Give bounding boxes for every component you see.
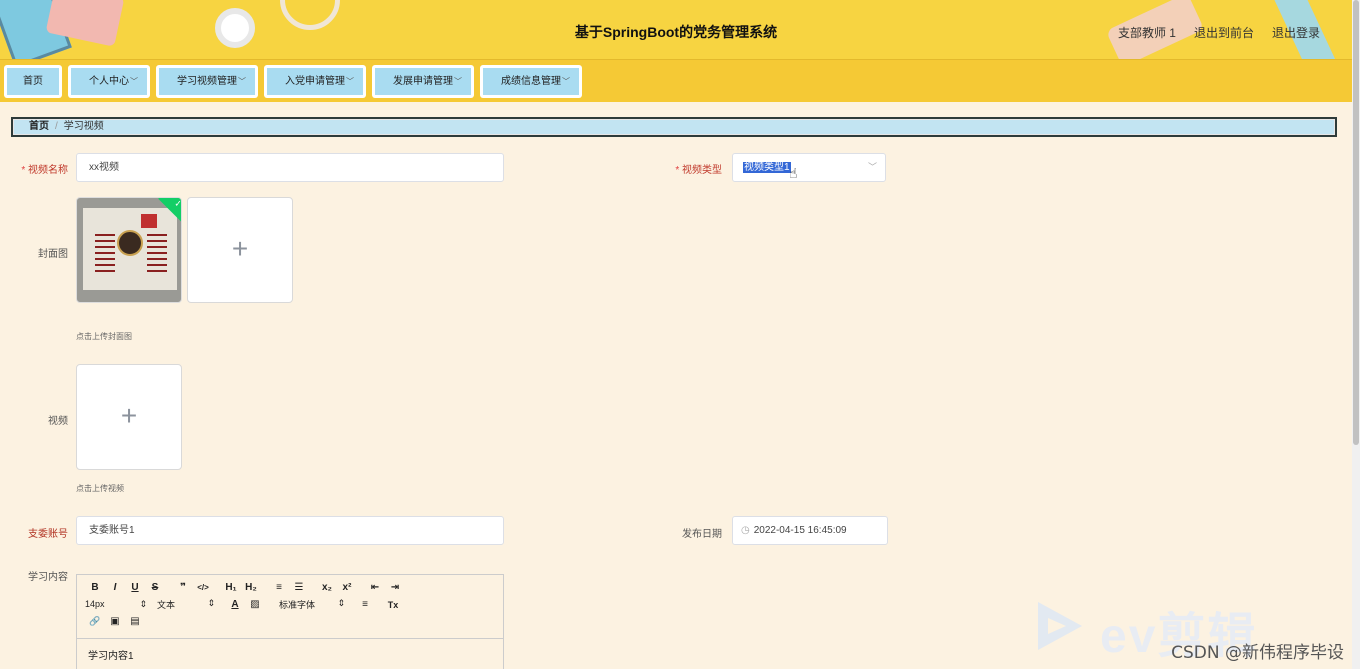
image-icon[interactable]: ▣ bbox=[105, 616, 125, 627]
select-arrows-icon: ⇕ bbox=[207, 598, 215, 608]
breadcrumb: 首页 / 学习视频 bbox=[11, 117, 1337, 137]
nav-item-score-management[interactable]: 成绩信息管理﹀ bbox=[480, 64, 582, 98]
video-type-select[interactable]: 视频类型1 ☝ ﹀ bbox=[732, 153, 886, 182]
nav-item-video-management[interactable]: 学习视频管理﹀ bbox=[156, 64, 258, 98]
publish-date-label: 发布日期 bbox=[682, 529, 722, 540]
content-label: 学习内容 bbox=[28, 572, 68, 583]
chevron-down-icon: ﹀ bbox=[346, 76, 354, 86]
chevron-down-icon: ﹀ bbox=[454, 76, 462, 86]
cover-thumbnail[interactable]: ✓ bbox=[76, 197, 182, 303]
nav-item-label: 学习视频管理 bbox=[177, 75, 237, 87]
chevron-down-icon: ﹀ bbox=[562, 76, 570, 86]
clock-icon: ◷ bbox=[741, 525, 750, 536]
indent-icon[interactable]: ⇥ bbox=[385, 582, 405, 593]
superscript-icon[interactable]: x² bbox=[337, 582, 357, 593]
heading2-icon[interactable]: H₂ bbox=[241, 582, 261, 593]
video-upload-hint: 点击上传视频 bbox=[76, 484, 124, 493]
csdn-watermark: CSDN @新伟程序毕设 bbox=[1171, 643, 1344, 663]
text-style-select[interactable]: 文本 ⇕ bbox=[157, 598, 225, 611]
cover-image bbox=[83, 208, 177, 290]
branch-account-input[interactable]: 支委账号1 bbox=[76, 516, 504, 545]
cover-label: 封面图 bbox=[38, 249, 68, 260]
font-color-icon[interactable]: A bbox=[225, 599, 245, 610]
page-scrollbar[interactable] bbox=[1352, 0, 1360, 669]
nav-item-party-application[interactable]: 入党申请管理﹀ bbox=[264, 64, 366, 98]
italic-icon[interactable]: I bbox=[105, 582, 125, 593]
align-icon[interactable]: ≡ bbox=[355, 599, 375, 610]
exit-to-frontend-link[interactable]: 退出到前台 bbox=[1194, 24, 1254, 41]
editor-content[interactable]: 学习内容1 bbox=[77, 639, 503, 669]
blockquote-icon[interactable]: ❞ bbox=[173, 582, 193, 593]
cover-upload-button[interactable]: + bbox=[187, 197, 293, 303]
nav-item-label: 首页 bbox=[23, 75, 43, 87]
subscript-icon[interactable]: x₂ bbox=[317, 582, 337, 593]
cover-upload-hint: 点击上传封面图 bbox=[76, 332, 132, 341]
nav-item-label: 成绩信息管理 bbox=[501, 75, 561, 87]
chevron-down-icon: ﹀ bbox=[130, 76, 138, 86]
link-icon[interactable]: 🔗 bbox=[85, 616, 105, 627]
bold-icon[interactable]: B bbox=[85, 582, 105, 593]
check-icon: ✓ bbox=[174, 198, 182, 209]
cover-image-detail bbox=[95, 234, 115, 274]
video-name-input[interactable]: xx视频 bbox=[76, 153, 504, 182]
ordered-list-icon[interactable]: ≡ bbox=[269, 582, 289, 593]
outdent-icon[interactable]: ⇤ bbox=[365, 582, 385, 593]
chevron-down-icon: ﹀ bbox=[867, 162, 877, 172]
nav-item-label: 发展申请管理 bbox=[393, 75, 453, 87]
cover-image-detail bbox=[147, 234, 167, 274]
code-block-icon[interactable]: </> bbox=[193, 583, 213, 592]
ev-logo-icon bbox=[1038, 602, 1082, 650]
underline-icon[interactable]: U bbox=[125, 582, 145, 593]
scrollbar-thumb[interactable] bbox=[1353, 0, 1359, 445]
font-family-value: 标准字体 bbox=[279, 600, 316, 610]
video-name-label: 视频名称 bbox=[8, 161, 68, 176]
font-size-value: 14px bbox=[85, 599, 105, 609]
nav-item-label: 入党申请管理 bbox=[285, 75, 345, 87]
logout-link[interactable]: 退出登录 bbox=[1272, 24, 1320, 41]
breadcrumb-current: 学习视频 bbox=[63, 121, 104, 132]
cover-image-detail bbox=[117, 230, 143, 256]
bullet-list-icon[interactable]: ☰ bbox=[289, 582, 309, 593]
text-style-value: 文本 bbox=[157, 600, 176, 610]
rich-text-editor: B I U S ❞ </> H₁ H₂ ≡ ☰ x₂ x² ⇤ ⇥ 14px ⇕ … bbox=[76, 574, 504, 669]
strikethrough-icon[interactable]: S bbox=[145, 582, 165, 593]
nav-item-personal-center[interactable]: 个人中心﹀ bbox=[68, 64, 150, 98]
clear-format-icon[interactable]: Tx bbox=[383, 600, 403, 610]
publish-date-value: 2022-04-15 16:45:09 bbox=[753, 525, 847, 536]
heading1-icon[interactable]: H₁ bbox=[221, 582, 241, 593]
video-label: 视频 bbox=[48, 416, 68, 427]
nav-item-development-application[interactable]: 发展申请管理﹀ bbox=[372, 64, 474, 98]
user-name-link[interactable]: 支部教师 1 bbox=[1118, 24, 1176, 41]
font-size-select[interactable]: 14px ⇕ bbox=[85, 599, 157, 610]
select-arrows-icon: ⇕ bbox=[139, 599, 147, 609]
select-arrows-icon: ⇕ bbox=[337, 598, 345, 608]
video-type-value: 视频类型1 bbox=[743, 162, 791, 173]
breadcrumb-home[interactable]: 首页 bbox=[29, 121, 49, 132]
background-color-icon[interactable]: ▨ bbox=[245, 599, 265, 610]
branch-account-label: 支委账号 bbox=[28, 529, 68, 540]
nav-item-home[interactable]: 首页 bbox=[4, 64, 62, 98]
hand-cursor-icon: ☝ bbox=[789, 165, 798, 181]
video-upload-button[interactable]: + bbox=[76, 364, 182, 470]
header: 基于SpringBoot的党务管理系统 支部教师 1 退出到前台 退出登录 bbox=[0, 0, 1352, 60]
nav-item-label: 个人中心 bbox=[89, 75, 129, 87]
header-links: 支部教师 1 退出到前台 退出登录 bbox=[1118, 24, 1320, 41]
font-family-select[interactable]: 标准字体 ⇕ bbox=[273, 598, 355, 611]
video-icon[interactable]: ▤ bbox=[125, 616, 145, 627]
cover-image-detail bbox=[141, 214, 157, 228]
chevron-down-icon: ﹀ bbox=[238, 76, 246, 86]
breadcrumb-separator: / bbox=[55, 121, 58, 132]
publish-date-input[interactable]: ◷ 2022-04-15 16:45:09 bbox=[732, 516, 888, 545]
video-type-label: 视频类型 bbox=[662, 161, 722, 176]
top-nav: 首页 个人中心﹀ 学习视频管理﹀ 入党申请管理﹀ 发展申请管理﹀ 成绩信息管理﹀ bbox=[0, 60, 1352, 102]
editor-toolbar: B I U S ❞ </> H₁ H₂ ≡ ☰ x₂ x² ⇤ ⇥ 14px ⇕ … bbox=[77, 575, 503, 639]
